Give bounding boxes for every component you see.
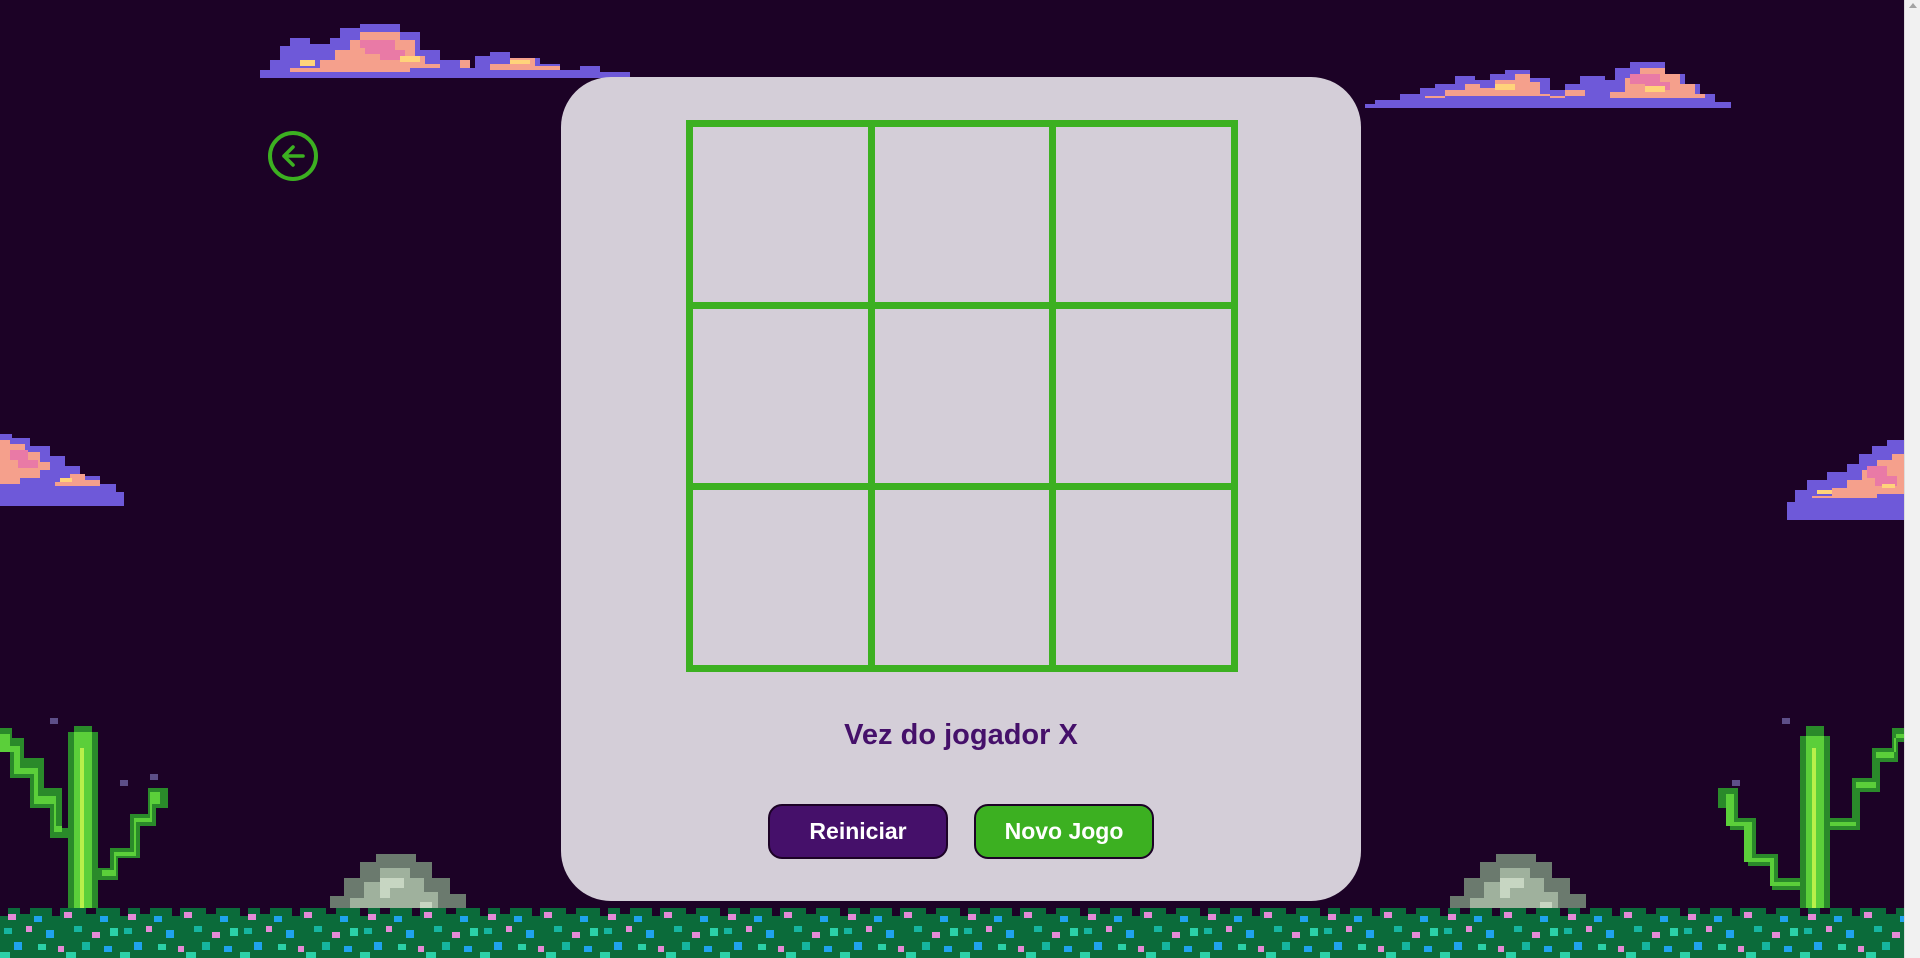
turn-status: Vez do jogador X xyxy=(844,719,1078,751)
board-cell[interactable] xyxy=(693,490,868,665)
board-cell[interactable] xyxy=(874,308,1050,484)
cloud-top-right xyxy=(1365,62,1731,108)
new-game-button[interactable]: Novo Jogo xyxy=(974,804,1154,859)
game-scene: Vez do jogador X Reiniciar Novo Jogo xyxy=(0,0,1920,958)
board-cell[interactable] xyxy=(693,308,868,484)
board-cell[interactable] xyxy=(1056,308,1231,484)
page-scrollbar[interactable] xyxy=(1904,0,1920,958)
back-button[interactable] xyxy=(268,131,318,181)
board-cell[interactable] xyxy=(874,490,1050,665)
tic-tac-toe-board xyxy=(686,120,1238,672)
arrow-left-icon xyxy=(282,145,305,167)
game-card: Vez do jogador X Reiniciar Novo Jogo xyxy=(561,77,1361,901)
board-cell[interactable] xyxy=(1056,490,1231,665)
scroll-up-arrow-icon[interactable] xyxy=(1909,3,1917,8)
board-cell[interactable] xyxy=(1056,127,1231,302)
restart-button[interactable]: Reiniciar xyxy=(768,804,948,859)
board-cell[interactable] xyxy=(693,127,868,302)
cloud-mid-right xyxy=(1787,440,1905,520)
cactus-left xyxy=(0,718,168,932)
cloud-mid-left xyxy=(0,434,124,506)
cactus-right xyxy=(1718,718,1905,932)
board-cell[interactable] xyxy=(874,127,1050,302)
ground-grass xyxy=(0,908,1905,958)
cloud-top-left xyxy=(260,24,630,78)
